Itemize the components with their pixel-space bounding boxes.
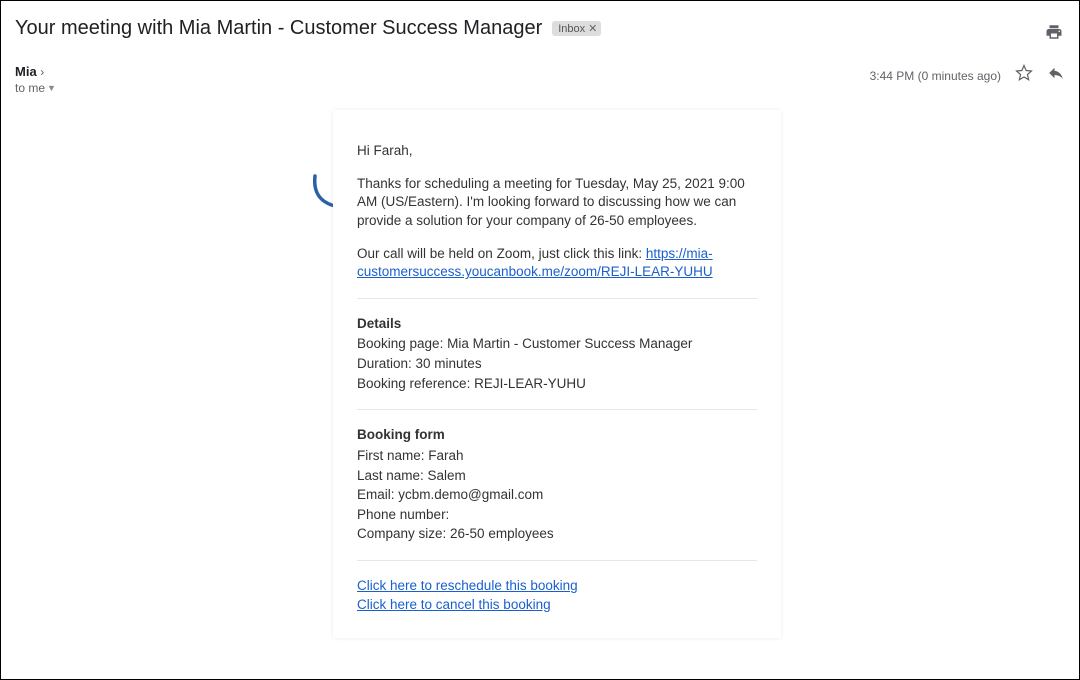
zoom-prefix: Our call will be held on Zoom, just clic… — [357, 246, 646, 261]
sender-extra: › — [40, 65, 44, 79]
greeting: Hi Farah, — [357, 142, 757, 161]
inbox-chip-label: Inbox — [558, 23, 585, 35]
to-label: to me — [15, 81, 45, 95]
cancel-link[interactable]: Click here to cancel this booking — [357, 597, 551, 612]
reschedule-link[interactable]: Click here to reschedule this booking — [357, 578, 578, 593]
inbox-chip[interactable]: Inbox ✕ — [552, 21, 601, 36]
intro-paragraph: Thanks for scheduling a meeting for Tues… — [357, 175, 757, 231]
timestamp: 3:44 PM (0 minutes ago) — [870, 69, 1001, 83]
close-icon[interactable]: ✕ — [588, 22, 597, 35]
first-name-line: First name: Farah — [357, 447, 757, 466]
sender-name: Mia — [15, 64, 37, 79]
booking-form-heading: Booking form — [357, 426, 757, 445]
sender-block: Mia › to me ▼ — [15, 64, 56, 95]
company-size-line: Company size: 26-50 employees — [357, 525, 757, 544]
last-name-line: Last name: Salem — [357, 467, 757, 486]
details-heading: Details — [357, 315, 757, 334]
star-icon[interactable] — [1015, 64, 1033, 87]
divider — [357, 560, 757, 561]
right-meta: 3:44 PM (0 minutes ago) — [870, 64, 1065, 87]
booking-page-line: Booking page: Mia Martin - Customer Succ… — [357, 335, 757, 354]
reference-line: Booking reference: REJI-LEAR-YUHU — [357, 375, 757, 394]
email-header: Your meeting with Mia Martin - Customer … — [1, 1, 1079, 46]
chevron-down-icon: ▼ — [47, 83, 56, 93]
email-body-area: Hi Farah, Thanks for scheduling a meetin… — [1, 95, 1079, 673]
email-meta-row: Mia › to me ▼ 3:44 PM (0 minutes ago) — [1, 46, 1079, 95]
to-line[interactable]: to me ▼ — [15, 81, 56, 95]
duration-line: Duration: 30 minutes — [357, 355, 757, 374]
email-card: Hi Farah, Thanks for scheduling a meetin… — [333, 110, 781, 638]
zoom-paragraph: Our call will be held on Zoom, just clic… — [357, 245, 757, 282]
divider — [357, 298, 757, 299]
email-subject: Your meeting with Mia Martin - Customer … — [15, 17, 542, 40]
reply-icon[interactable] — [1047, 64, 1065, 87]
divider — [357, 409, 757, 410]
phone-line: Phone number: — [357, 506, 757, 525]
email-line: Email: ycbm.demo@gmail.com — [357, 486, 757, 505]
print-icon[interactable] — [1045, 23, 1063, 46]
